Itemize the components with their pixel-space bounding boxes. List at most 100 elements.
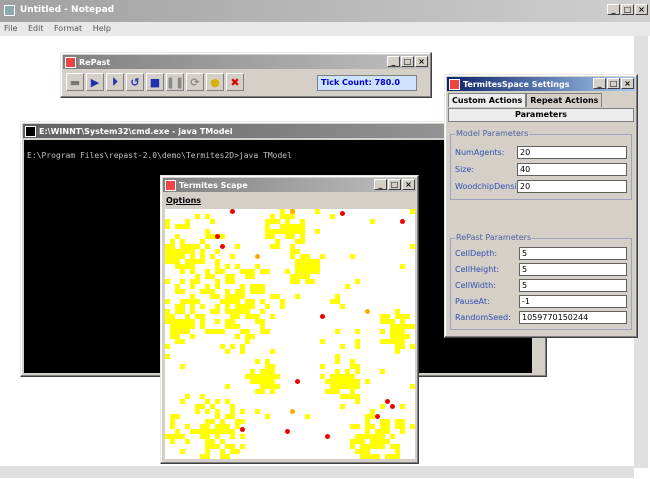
woodchip-cell [180,224,185,229]
woodchip-cell [180,254,185,259]
tab-custom-actions[interactable]: Custom Actions [448,93,527,107]
woodchip-cell [315,209,320,214]
woodchip-cell [245,334,250,339]
woodchip-cell [210,219,215,224]
menu-file[interactable]: File [0,22,21,35]
woodchip-cell [215,304,220,309]
size-field[interactable]: 40 [517,163,627,176]
cell-height-field[interactable]: 5 [519,263,627,276]
woodchip-cell [185,394,190,399]
woodchip-cell [380,439,385,444]
woodchip-cell [185,224,190,229]
pause-at-field[interactable]: -1 [519,295,627,308]
woodchip-cell [370,219,375,224]
woodchip-cell [335,384,340,389]
scape-options-menu[interactable]: Options [166,196,201,205]
exit-icon[interactable]: ✖ [226,73,244,91]
menu-help[interactable]: Help [89,22,115,35]
model-parameters-label: Model Parameters [455,129,530,138]
cell-width-field[interactable]: 5 [519,279,627,292]
scape-maximize-button[interactable]: □ [388,179,401,190]
woodchip-cell [395,329,400,334]
notepad-horizontal-scrollbar[interactable] [0,466,634,478]
random-seed-field[interactable]: 1059770150244 [519,311,627,324]
woodchip-cell [390,444,395,449]
termite-agent [240,427,245,432]
scape-close-button[interactable]: × [402,179,415,190]
woodchip-cell [380,369,385,374]
woodchip-cell [295,279,300,284]
woodchip-cell [340,304,345,309]
stop-square-icon[interactable]: ■ [146,73,164,91]
notepad-icon [4,5,15,16]
woodchip-cell [235,324,240,329]
woodchip-cell [265,329,270,334]
repast-parameters-label: RePast Parameters [455,233,533,242]
setup-icon[interactable]: ▬ [66,73,84,91]
woodchip-density-field[interactable]: 20 [517,180,627,193]
param-label: Size: [455,165,475,174]
tab-repeat-actions[interactable]: Repeat Actions [526,93,603,107]
run-icon[interactable]: ▶ [86,73,104,91]
woodchip-cell [315,259,320,264]
lightbulb-icon[interactable]: ● [206,73,224,91]
woodchip-cell [350,394,355,399]
woodchip-cell [365,434,370,439]
woodchip-cell [175,319,180,324]
settings-close-button[interactable]: × [621,78,634,89]
woodchip-cell [165,309,170,314]
woodchip-cell [255,289,260,294]
woodchip-cell [180,279,185,284]
woodchip-cell [180,449,185,454]
woodchip-cell [210,419,215,424]
woodchip-cell [220,449,225,454]
parameters-header[interactable]: Parameters [448,108,634,122]
param-label: CellHeight: [455,265,500,274]
woodchip-cell [225,264,230,269]
scape-minimize-button[interactable]: _ [374,179,387,190]
termites-grid[interactable] [165,209,415,459]
woodchip-cell [310,279,315,284]
param-label: CellDepth: [455,249,498,258]
settings-minimize-button[interactable]: _ [593,78,606,89]
repast-maximize-button[interactable]: □ [401,56,414,67]
num-agents-field[interactable]: 20 [517,146,627,159]
loop-icon[interactable]: ⟳ [186,73,204,91]
param-row: NumAgents: 20 [455,146,627,160]
param-row: CellHeight: 5 [455,263,627,277]
menu-format[interactable]: Format [50,22,86,35]
cell-depth-field[interactable]: 5 [519,247,627,260]
woodchip-cell [400,419,405,424]
reset-icon[interactable]: ↺ [126,73,144,91]
woodchip-cell [190,334,195,339]
param-row: CellWidth: 5 [455,279,627,293]
notepad-title-bar[interactable]: Untitled - Notepad _ □ × [0,0,650,22]
settings-maximize-button[interactable]: □ [607,78,620,89]
repast-minimize-button[interactable]: _ [387,56,400,67]
termites-scape-window: Termites Scape _ □ × Options [160,175,419,464]
notepad-minimize-button[interactable]: _ [607,4,620,15]
woodchip-cell [270,384,275,389]
pause-icon[interactable]: ❚❚ [166,73,184,91]
woodchip-cell [240,344,245,349]
notepad-close-button[interactable]: × [635,4,648,15]
woodchip-cell [290,234,295,239]
woodchip-cell [240,419,245,424]
woodchip-cell [340,379,345,384]
woodchip-cell [260,284,265,289]
woodchip-cell [335,299,340,304]
repast-close-button[interactable]: × [415,56,428,67]
woodchip-cell [165,354,170,359]
woodchip-cell [215,249,220,254]
woodchip-cell [410,244,415,249]
woodchip-cell [380,444,385,449]
woodchip-cell [270,389,275,394]
woodchip-cell [275,384,280,389]
step-icon[interactable]: ⏵ [106,73,124,91]
woodchip-cell [250,269,255,274]
menu-edit[interactable]: Edit [24,22,48,35]
woodchip-cell [315,229,320,234]
woodchip-cell [380,329,385,334]
notepad-maximize-button[interactable]: □ [621,4,634,15]
woodchip-cell [190,324,195,329]
